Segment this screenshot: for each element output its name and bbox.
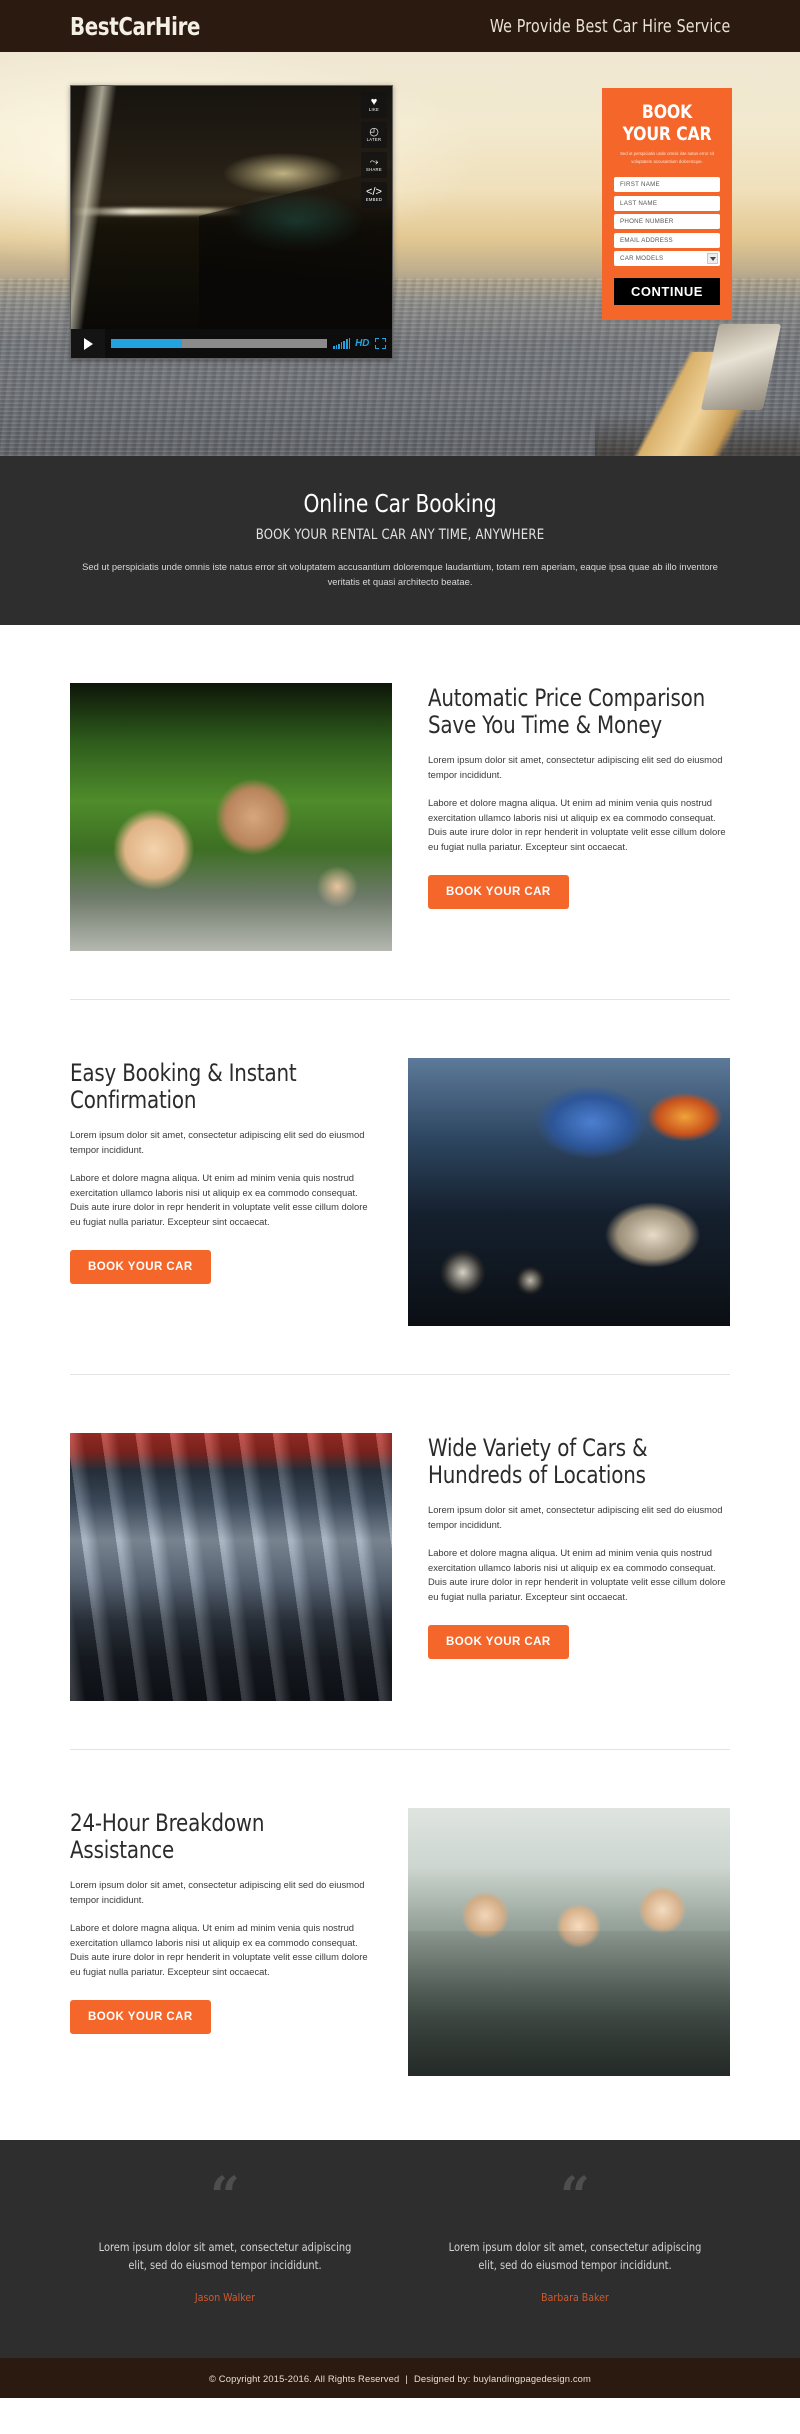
intro-subheading: BOOK YOUR RENTAL CAR ANY TIME, ANYWHERE (255, 527, 545, 543)
testimonial-author: Jason Walker (194, 2292, 256, 2304)
testimonial-text: Lorem ipsum dolor sit amet, consectetur … (448, 2240, 702, 2272)
feature-paragraph-2: Labore et dolore magna aliqua. Ut enim a… (428, 797, 726, 852)
booking-form-title: BOOK YOUR CAR (622, 101, 712, 145)
share-glyph: ⤳ (369, 156, 379, 168)
play-icon (83, 337, 93, 350)
feature-body: Easy Booking & Instant Confirmation Lore… (70, 1058, 372, 1284)
video-progress-bar[interactable] (111, 339, 327, 348)
video-action-buttons: ♥ LIKE ◴ LATER ⤳ SHARE </> EMBED (361, 92, 387, 208)
intro-section: Online Car Booking BOOK YOUR RENTAL CAR … (0, 456, 800, 625)
brand-logo[interactable]: BestCarHire (70, 12, 200, 41)
feature-row: 24-Hour Breakdown Assistance Lorem ipsum… (70, 1750, 730, 2076)
book-your-car-button[interactable]: BOOK YOUR CAR (428, 874, 569, 909)
intro-paragraph: Sed ut perspiciatis unde omnis iste natu… (82, 561, 718, 587)
feature-body: Wide Variety of Cars & Hundreds of Locat… (428, 1433, 730, 1659)
site-header: BestCarHire We Provide Best Car Hire Ser… (0, 0, 800, 52)
clock-glyph: ◴ (369, 126, 379, 138)
designer-credit[interactable]: Designed by: buylandingpagedesign.com (414, 2373, 591, 2384)
video-player[interactable]: ♥ LIKE ◴ LATER ⤳ SHARE </> EMBED HD (70, 85, 393, 359)
feature-paragraph-1: Lorem ipsum dolor sit amet, consectetur … (70, 1879, 365, 1905)
feature-heading: Easy Booking & Instant Confirmation (70, 1059, 297, 1114)
share-label: SHARE (366, 167, 382, 172)
hd-badge[interactable]: HD (355, 338, 369, 349)
feature-paragraph-2: Labore et dolore magna aliqua. Ut enim a… (428, 1547, 726, 1602)
feature-body: 24-Hour Breakdown Assistance Lorem ipsum… (70, 1808, 372, 2034)
clock-icon[interactable]: ◴ LATER (361, 122, 387, 148)
feature-heading: Automatic Price Comparison Save You Time… (428, 684, 706, 739)
feature-paragraph-2: Labore et dolore magna aliqua. Ut enim a… (70, 1922, 368, 1977)
video-control-bar: HD (71, 329, 392, 358)
book-your-car-button[interactable]: BOOK YOUR CAR (70, 1999, 211, 2034)
fullscreen-icon[interactable] (375, 338, 386, 349)
hero-boat-detail (595, 352, 800, 456)
intro-heading: Online Car Booking (303, 489, 497, 518)
video-frame[interactable] (71, 86, 392, 329)
features-section: Automatic Price Comparison Save You Time… (0, 625, 800, 2076)
car-models-select[interactable]: CAR MODELS (614, 251, 720, 266)
car-models-value: CAR MODELS (620, 255, 664, 262)
video-progress-fill (111, 339, 183, 348)
feature-paragraph-2: Labore et dolore magna aliqua. Ut enim a… (70, 1172, 368, 1227)
site-footer: © Copyright 2015-2016. All Rights Reserv… (0, 2358, 800, 2398)
feature-row: Wide Variety of Cars & Hundreds of Locat… (70, 1375, 730, 1701)
last-name-input[interactable]: LAST NAME (614, 195, 720, 211)
feature-row: Automatic Price Comparison Save You Time… (70, 625, 730, 951)
phone-number-input[interactable]: PHONE NUMBER (614, 214, 720, 229)
heart-icon[interactable]: ♥ LIKE (361, 92, 387, 118)
testimonial-text: Lorem ipsum dolor sit amet, consectetur … (98, 2240, 352, 2272)
feature-paragraph-1: Lorem ipsum dolor sit amet, consectetur … (428, 754, 723, 780)
feature-paragraph-1: Lorem ipsum dolor sit amet, consectetur … (428, 1504, 723, 1530)
booking-form-subtitle: Sed ut perspiciatis unde omnis iste natu… (620, 151, 714, 164)
landing-page: BestCarHire We Provide Best Car Hire Ser… (0, 0, 800, 2398)
feature-row: Easy Booking & Instant Confirmation Lore… (70, 1000, 730, 1326)
continue-button[interactable]: CONTINUE (614, 277, 720, 305)
header-tagline: We Provide Best Car Hire Service (489, 15, 730, 37)
feature-image-couple (70, 683, 392, 951)
hero-section: ♥ LIKE ◴ LATER ⤳ SHARE </> EMBED HD BOOK… (0, 52, 800, 456)
feature-heading: 24-Hour Breakdown Assistance (70, 1809, 265, 1864)
embed-icon[interactable]: </> EMBED (361, 182, 387, 208)
heart-glyph: ♥ (370, 96, 378, 108)
volume-icon[interactable] (333, 338, 351, 349)
quote-icon: “ (210, 2166, 240, 2227)
quote-icon: “ (560, 2166, 590, 2227)
feature-heading: Wide Variety of Cars & Hundreds of Locat… (428, 1434, 648, 1489)
share-icon[interactable]: ⤳ SHARE (361, 152, 387, 178)
chevron-down-icon[interactable] (707, 253, 718, 264)
testimonial-author: Barbara Baker (541, 2292, 609, 2304)
first-name-input[interactable]: FIRST NAME (614, 177, 720, 192)
testimonial-card: “ Lorem ipsum dolor sit amet, consectetu… (420, 2166, 730, 2305)
book-your-car-button[interactable]: BOOK YOUR CAR (70, 1249, 211, 1284)
like-label: LIKE (368, 107, 380, 112)
embed-label: EMBED (365, 197, 383, 202)
feature-paragraph-1: Lorem ipsum dolor sit amet, consectetur … (70, 1129, 365, 1155)
later-label: LATER (366, 137, 382, 142)
email-address-input[interactable]: EMAIL ADDRESS (614, 232, 720, 248)
copyright-text: © Copyright 2015-2016. All Rights Reserv… (208, 2372, 400, 2384)
feature-image-office (408, 1808, 730, 2076)
feature-image-dashboard (408, 1058, 730, 1326)
footer-separator: | (405, 2372, 408, 2384)
play-button[interactable] (71, 329, 105, 358)
testimonial-card: “ Lorem ipsum dolor sit amet, consectetu… (70, 2166, 380, 2305)
booking-form: BOOK YOUR CAR Sed ut perspiciatis unde o… (602, 88, 732, 320)
feature-body: Automatic Price Comparison Save You Time… (428, 683, 730, 909)
feature-image-cars (70, 1433, 392, 1701)
embed-glyph: </> (366, 186, 382, 198)
book-your-car-button[interactable]: BOOK YOUR CAR (428, 1624, 569, 1659)
testimonials-section: “ Lorem ipsum dolor sit amet, consectetu… (0, 2140, 800, 2358)
